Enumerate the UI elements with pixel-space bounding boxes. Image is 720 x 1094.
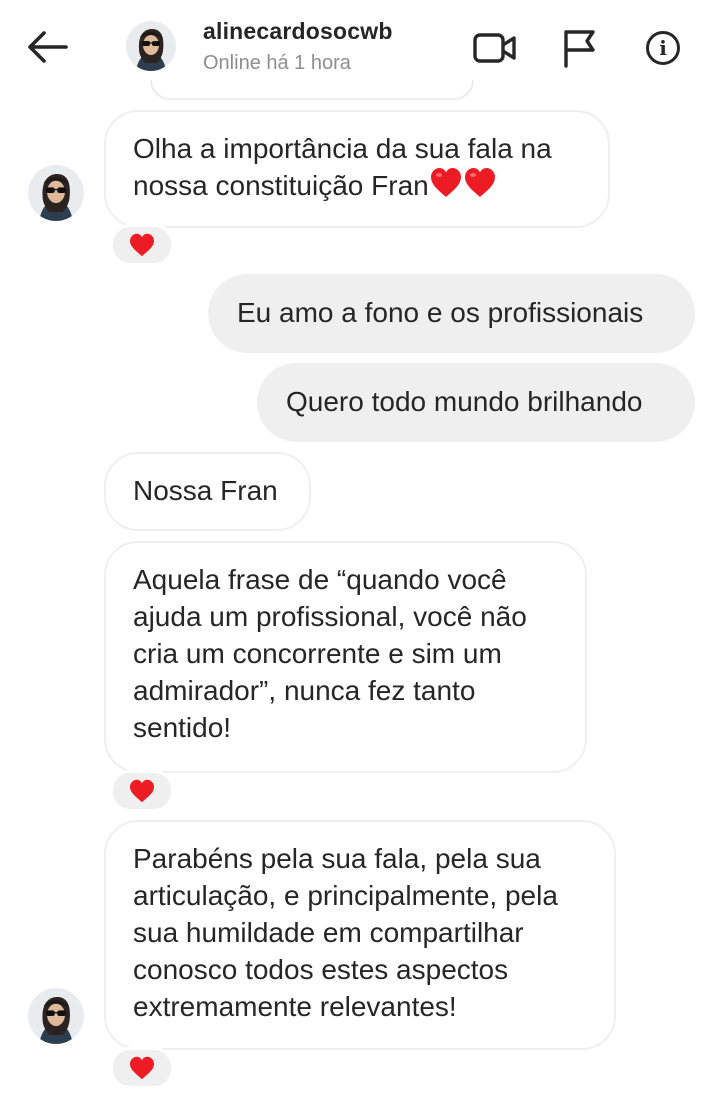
- message-reaction[interactable]: [110, 770, 174, 812]
- flag-icon: [564, 30, 595, 68]
- incoming-message-bubble[interactable]: Parabéns pela sua fala, pela sua articul…: [104, 820, 616, 1050]
- incoming-message-bubble[interactable]: Aquela frase de “quando você ajuda um pr…: [104, 541, 587, 773]
- red-heart-icon: [130, 1056, 154, 1080]
- two-hearts-emoji-icon: [430, 168, 495, 197]
- sender-avatar[interactable]: [28, 988, 84, 1044]
- incoming-message-bubble[interactable]: Nossa Fran: [104, 452, 311, 531]
- online-status: Online há 1 hora: [203, 52, 351, 74]
- incoming-message-bubble[interactable]: Olha a importância da sua fala na nossa …: [104, 110, 610, 228]
- message-text: Quero todo mundo brilhando: [286, 386, 643, 417]
- dm-thread-screen: alinecardosocwb Online há 1 hora i Olha …: [0, 0, 720, 1094]
- message-text: Eu amo a fono e os profissionais: [237, 297, 644, 328]
- message-reaction[interactable]: [110, 224, 174, 266]
- video-call-button[interactable]: [471, 24, 519, 72]
- report-flag-button[interactable]: [555, 24, 603, 72]
- back-arrow-icon: [28, 31, 68, 63]
- sender-avatar[interactable]: [28, 165, 84, 221]
- red-heart-icon: [130, 779, 154, 803]
- video-camera-icon: [473, 33, 516, 63]
- outgoing-message-bubble[interactable]: Eu amo a fono e os profissionais: [208, 274, 695, 353]
- message-text: Nossa Fran: [133, 475, 278, 506]
- conversation-info-button[interactable]: i: [639, 24, 687, 72]
- back-button[interactable]: [22, 24, 74, 70]
- profile-avatar[interactable]: [126, 21, 176, 71]
- message-text: Aquela frase de “quando você ajuda um pr…: [133, 564, 527, 743]
- message-reaction[interactable]: [110, 1047, 174, 1089]
- message-text: Parabéns pela sua fala, pela sua articul…: [133, 843, 558, 1022]
- info-icon: i: [646, 31, 680, 65]
- outgoing-message-bubble[interactable]: Quero todo mundo brilhando: [257, 363, 695, 442]
- chat-username[interactable]: alinecardosocwb: [203, 18, 393, 45]
- previous-message-edge: [150, 80, 474, 100]
- red-heart-icon: [130, 233, 154, 257]
